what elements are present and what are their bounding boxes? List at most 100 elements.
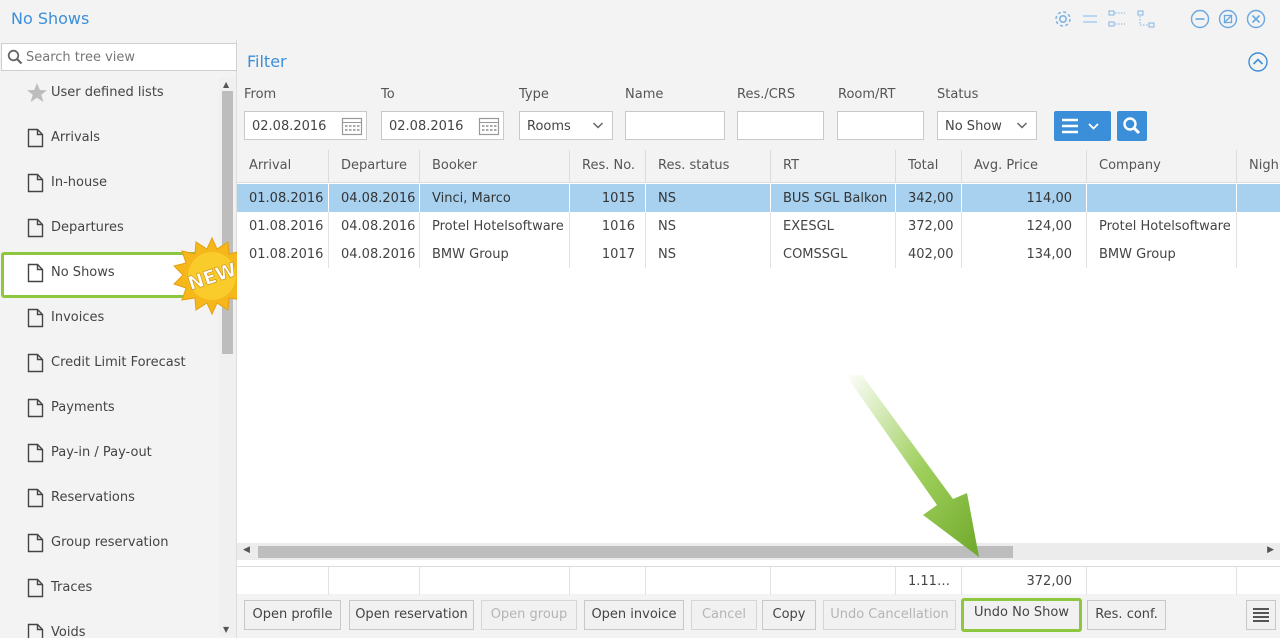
scroll-left-arrow-icon[interactable]: ◀	[243, 545, 250, 555]
sidebar-item-arrivals[interactable]: Arrivals	[0, 117, 219, 162]
undo-cancellation-button[interactable]: Undo Cancellation	[823, 600, 956, 630]
scroll-right-arrow-icon[interactable]: ▶	[1267, 545, 1274, 555]
res-crs-label: Res./CRS	[737, 87, 796, 102]
calendar-icon[interactable]	[478, 115, 500, 137]
total-cell-empty	[1087, 567, 1237, 595]
sidebar-item-label: Pay-in / Pay-out	[51, 445, 152, 460]
total-cell-empty	[420, 567, 570, 595]
sidebar: User defined lists Arrivals In-house Dep…	[0, 40, 237, 638]
sidebar-item-label: Departures	[51, 220, 124, 235]
column-header-res-no[interactable]: Res. No.	[570, 150, 646, 183]
table-row[interactable]: 01.08.2016 04.08.2016 BMW Group 1017 NS …	[237, 240, 1280, 268]
column-header-departure[interactable]: Departure	[329, 150, 420, 183]
sidebar-item-traces[interactable]: Traces	[0, 567, 219, 612]
table-row[interactable]: 01.08.2016 04.08.2016 Protel Hotelsoftwa…	[237, 212, 1280, 240]
column-header-arrival[interactable]: Arrival	[237, 150, 329, 183]
cell-total: 402,00	[896, 240, 962, 268]
to-date-field[interactable]: 02.08.2016	[381, 111, 504, 140]
scrollbar-thumb[interactable]	[258, 546, 1013, 558]
column-header-avg-price[interactable]: Avg. Price	[962, 150, 1087, 183]
column-header-booker[interactable]: Booker	[420, 150, 570, 183]
column-header-total[interactable]: Total	[896, 150, 962, 183]
document-icon	[27, 128, 44, 148]
cancel-button[interactable]: Cancel	[691, 600, 757, 630]
search-icon	[1123, 117, 1141, 135]
cell-rt: EXESGL	[771, 212, 896, 240]
sidebar-item-payments[interactable]: Payments	[0, 387, 219, 432]
undo-no-show-button[interactable]: Undo No Show	[961, 598, 1082, 632]
cell-avg-price: 114,00	[962, 184, 1087, 212]
document-icon	[27, 218, 44, 238]
calendar-icon[interactable]	[341, 115, 363, 137]
document-icon	[27, 533, 44, 553]
minimize-icon[interactable]	[1189, 8, 1211, 30]
tree-expand-icon[interactable]	[1106, 8, 1128, 30]
cell-res-no: 1015	[570, 184, 646, 212]
collapse-filter-button[interactable]	[1248, 52, 1268, 72]
view-options-button[interactable]	[1054, 111, 1111, 141]
cell-avg-price: 134,00	[962, 240, 1087, 268]
sidebar-item-credit-limit-forecast[interactable]: Credit Limit Forecast	[0, 342, 219, 387]
table-row[interactable]: 01.08.2016 04.08.2016 Vinci, Marco 1015 …	[237, 184, 1280, 212]
open-group-button[interactable]: Open group	[481, 600, 577, 630]
sidebar-item-in-house[interactable]: In-house	[0, 162, 219, 207]
sidebar-item-group-reservation[interactable]: Group reservation	[0, 522, 219, 567]
res-crs-field[interactable]	[737, 111, 824, 140]
type-select[interactable]: Rooms	[519, 111, 613, 140]
grid-horizontal-scrollbar[interactable]: ◀ ▶	[237, 543, 1280, 560]
cell-company: Protel Hotelsoftware	[1087, 212, 1237, 240]
restore-icon[interactable]	[1217, 8, 1239, 30]
column-header-nights[interactable]: Nigh	[1237, 150, 1280, 183]
cell-total: 342,00	[896, 184, 962, 212]
list-icon	[1062, 118, 1078, 134]
sidebar-item-pay-in-pay-out[interactable]: Pay-in / Pay-out	[0, 432, 219, 477]
gear-icon[interactable]	[1052, 8, 1074, 30]
title-bar: No Shows	[0, 0, 1280, 40]
name-field[interactable]	[625, 111, 725, 140]
main-panel: Filter From To Type Name Res./CRS Room/R…	[237, 40, 1280, 638]
document-icon	[27, 623, 44, 638]
column-header-rt[interactable]: RT	[771, 150, 896, 183]
sidebar-scrollbar[interactable]: ▲ ▼	[219, 78, 236, 636]
tree-search-input[interactable]	[26, 47, 226, 67]
cell-res-status: NS	[646, 240, 771, 268]
hamburger-menu-icon	[1253, 608, 1269, 622]
tree-collapse-icon[interactable]	[1135, 8, 1157, 30]
copy-button[interactable]: Copy	[762, 600, 816, 630]
column-header-company[interactable]: Company	[1087, 150, 1237, 183]
from-date-field[interactable]: 02.08.2016	[244, 111, 367, 140]
cell-res-no: 1016	[570, 212, 646, 240]
sidebar-item-label: Arrivals	[51, 130, 101, 145]
type-select-value: Rooms	[527, 119, 571, 134]
room-rt-field[interactable]	[837, 111, 924, 140]
menu-button[interactable]	[1246, 600, 1276, 630]
to-label: To	[381, 87, 395, 102]
scroll-up-arrow-icon[interactable]: ▲	[223, 80, 229, 89]
action-bar: Open profile Open reservation Open group…	[237, 598, 1280, 638]
cell-departure: 04.08.2016	[329, 212, 420, 240]
cell-nights	[1237, 212, 1280, 240]
toggle-icon[interactable]	[1079, 8, 1101, 30]
res-conf-button[interactable]: Res. conf.	[1087, 600, 1166, 630]
sidebar-item-voids[interactable]: Voids	[0, 612, 219, 638]
sidebar-item-no-shows[interactable]: No Shows	[1, 252, 201, 298]
chevron-up-circle-icon	[1248, 52, 1268, 72]
tree-list: User defined lists Arrivals In-house Dep…	[0, 72, 219, 638]
close-icon[interactable]	[1245, 8, 1267, 30]
sidebar-item-reservations[interactable]: Reservations	[0, 477, 219, 522]
status-select[interactable]: No Show	[937, 111, 1037, 140]
total-cell-empty	[570, 567, 646, 595]
search-button[interactable]	[1117, 111, 1147, 141]
total-sum: 1.11…	[896, 567, 962, 595]
document-icon	[27, 443, 44, 463]
cell-rt: BUS SGL Balkon	[771, 184, 896, 212]
scroll-down-arrow-icon[interactable]: ▼	[223, 625, 229, 634]
open-invoice-button[interactable]: Open invoice	[584, 600, 684, 630]
document-icon	[27, 488, 44, 508]
open-profile-button[interactable]: Open profile	[244, 600, 341, 630]
avg-price-sum: 372,00	[962, 567, 1087, 595]
column-header-res-status[interactable]: Res. status	[646, 150, 771, 183]
sidebar-item-user-defined-lists[interactable]: User defined lists	[0, 72, 219, 117]
document-icon	[27, 398, 44, 418]
open-reservation-button[interactable]: Open reservation	[349, 600, 474, 630]
